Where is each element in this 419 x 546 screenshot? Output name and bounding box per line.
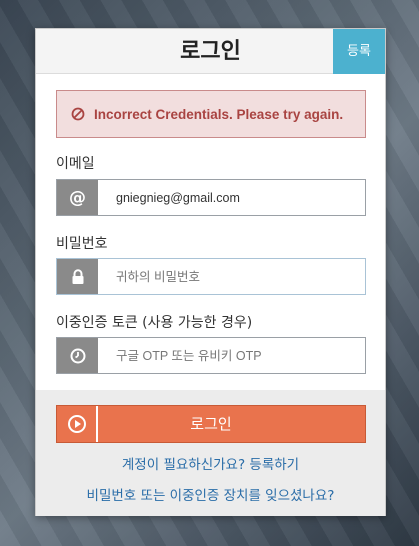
card-footer: 로그인 계정이 필요하신가요? 등록하기 비밀번호 또는 이중인증 장치를 잊으… bbox=[36, 390, 385, 516]
password-label: 비밀번호 bbox=[56, 236, 108, 252]
twofactor-field-group bbox=[56, 337, 366, 374]
email-field-group: @ bbox=[56, 179, 366, 216]
forgot-credentials-link[interactable]: 비밀번호 또는 이중인증 장치를 잊으셨나요? bbox=[36, 484, 385, 504]
login-button-label: 로그인 bbox=[190, 415, 232, 433]
ban-icon bbox=[71, 107, 85, 121]
lock-icon bbox=[57, 259, 98, 294]
register-tab-button[interactable]: 등록 bbox=[333, 29, 385, 74]
at-icon: @ bbox=[57, 180, 98, 215]
twofactor-label: 이중인증 토큰 (사용 가능한 경우) bbox=[56, 315, 253, 331]
login-button[interactable]: 로그인 bbox=[56, 405, 366, 443]
card-header: 로그인 등록 bbox=[36, 29, 385, 74]
login-card: 로그인 등록 Incorrect Credentials. Please try… bbox=[35, 28, 386, 516]
page-title: 로그인 bbox=[180, 39, 241, 64]
error-alert: Incorrect Credentials. Please try again. bbox=[56, 90, 366, 138]
email-input[interactable] bbox=[98, 180, 365, 215]
password-field-group bbox=[56, 258, 366, 295]
need-account-link[interactable]: 계정이 필요하신가요? 등록하기 bbox=[36, 453, 385, 473]
email-label: 이메일 bbox=[56, 156, 95, 172]
error-message: Incorrect Credentials. Please try again. bbox=[94, 106, 344, 122]
play-circle-icon bbox=[57, 406, 98, 442]
clock-icon bbox=[57, 338, 98, 373]
twofactor-input[interactable] bbox=[98, 338, 365, 373]
password-input[interactable] bbox=[98, 259, 365, 294]
